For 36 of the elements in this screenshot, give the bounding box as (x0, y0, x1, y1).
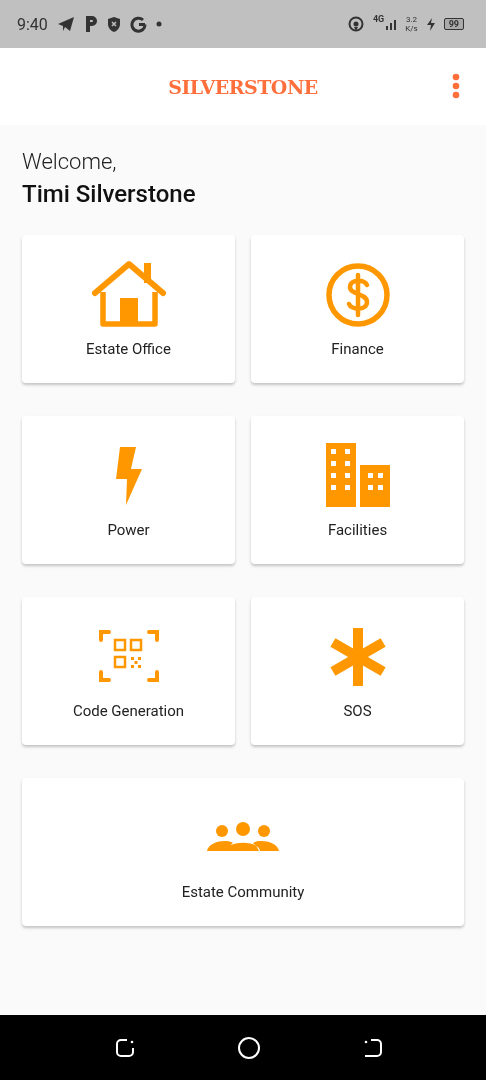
menu-tile[interactable]: SOS (251, 597, 464, 745)
speed-value: 3.2 (405, 15, 417, 24)
signal-icon (386, 18, 397, 30)
status-time: 9:40 (17, 14, 48, 34)
house-icon (90, 260, 167, 330)
tile-label: SOS (343, 702, 372, 720)
menu-icon[interactable] (452, 73, 460, 99)
menu-tile[interactable]: Facilities (251, 416, 464, 564)
hotspot-icon (347, 16, 364, 32)
shield-icon (106, 15, 121, 33)
battery-level: 99 (443, 18, 464, 30)
tile-label: Estate Office (86, 340, 171, 358)
menu-tile[interactable]: Estate Community (22, 778, 464, 926)
tile-label: Code Generation (72, 702, 185, 720)
menu-tile[interactable]: Code Generation (22, 597, 235, 745)
lightning-icon (115, 447, 142, 505)
charging-icon (426, 17, 435, 31)
speed-unit: K/s (405, 24, 418, 33)
menu-tile[interactable]: Finance (251, 235, 464, 383)
tile-label: Estate Community (181, 883, 305, 901)
menu-tile[interactable]: Power (22, 416, 235, 564)
network-type: 4G (372, 14, 385, 24)
google-icon (129, 15, 147, 33)
recent-apps-icon[interactable] (114, 1036, 136, 1059)
parking-icon (83, 15, 98, 33)
back-icon[interactable] (362, 1036, 384, 1059)
telegram-icon (56, 16, 75, 32)
tile-label: Facilities (327, 521, 388, 539)
tile-label: Finance (331, 340, 384, 358)
welcome-text: Welcome, (22, 149, 118, 174)
menu-tile[interactable]: Estate Office (22, 235, 235, 383)
tile-label: Power (107, 521, 150, 539)
user-name: Timi Silverstone (22, 180, 197, 208)
home-icon[interactable] (237, 1035, 261, 1060)
dot-icon (155, 21, 162, 27)
app-title: SILVERSTONE (168, 75, 318, 98)
